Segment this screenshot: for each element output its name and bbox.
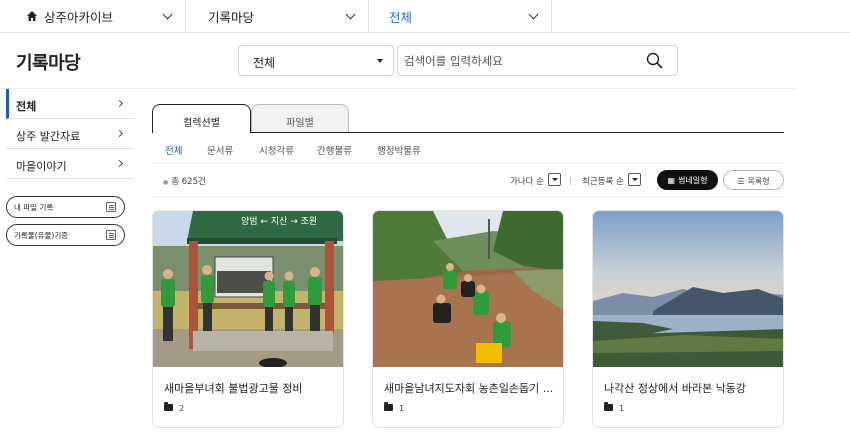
sidebar: 전체 상주 발간자료 마을이야기 (6, 89, 134, 179)
breadcrumb-home-label: 상주아카이브 (44, 10, 114, 25)
folder-icon (604, 402, 613, 411)
result-count-text: 총 625건 (171, 177, 206, 187)
folder-icon (164, 402, 173, 411)
card-thumbnail[interactable]: 양범 ← 지산 → 조원 (153, 211, 344, 367)
subtab-admin-artifacts[interactable]: 행정박물류 (377, 143, 421, 157)
card-file-count-value: 1 (619, 404, 625, 413)
bus-stop-sign-text: 양범 ← 지산 → 조원 (241, 216, 317, 227)
list-view-button[interactable]: ☰ 목록형 (723, 170, 784, 190)
sort-recent-select[interactable] (628, 173, 641, 186)
subtab-all[interactable]: 전체 (165, 143, 182, 157)
my-file-records-button[interactable]: 내 파일 기록 (6, 196, 125, 218)
sidebar-item-village-stories[interactable]: 마을이야기 (6, 149, 134, 179)
breadcrumb-home[interactable]: 상주아카이브 (0, 0, 186, 33)
card-title[interactable]: 새마을부녀회 불법광고물 정비 (164, 380, 336, 396)
result-count: ● 총 625건 (163, 175, 206, 187)
collection-card[interactable]: 나각산 정상에서 바라본 낙동강 1 (592, 210, 784, 428)
sidebar-item-label: 전체 (16, 100, 37, 113)
subtab-audiovisual[interactable]: 시청각류 (259, 143, 294, 157)
bullet-icon: ● (163, 179, 169, 186)
chevron-right-icon (115, 129, 124, 138)
sidebar-item-label: 마을이야기 (16, 160, 67, 173)
sort-alphabetical-label: 가나다 순 (510, 177, 544, 187)
collection-card[interactable]: 새마을남녀지도자회 농촌일손돕기 ... 1 (372, 210, 564, 428)
card-file-count-value: 1 (399, 404, 405, 413)
folder-icon (384, 402, 393, 411)
subtab-documents[interactable]: 문서류 (207, 143, 233, 157)
card-file-count: 1 (604, 402, 625, 413)
toolbar-separator (570, 177, 571, 185)
card-file-count: 1 (384, 402, 405, 413)
search-icon[interactable] (646, 52, 663, 69)
breadcrumb-level3-label: 전체 (389, 10, 413, 25)
page-title: 기록마당 (16, 53, 81, 74)
breadcrumb-level3[interactable]: 전체 (369, 0, 552, 33)
subtab-publications[interactable]: 간행물류 (317, 143, 352, 157)
caret-down-icon (377, 59, 383, 63)
top-breadcrumb-nav: 상주아카이브 기록마당 전체 (0, 0, 850, 33)
search-scope-select[interactable]: 전체 (238, 45, 394, 76)
search-scope-value: 전체 (253, 56, 276, 70)
sort-recent-label: 최근등록 순 (582, 177, 624, 187)
donation-label: 기록물(유물)기증 (14, 231, 69, 240)
thumbnail-view-label: 썸네일형 (678, 176, 708, 185)
donation-button[interactable]: 기록물(유물)기증 (6, 224, 125, 246)
grid-icon: ▦ (667, 176, 676, 185)
card-thumbnail[interactable] (373, 211, 564, 367)
sidebar-item-label: 상주 발간자료 (16, 130, 81, 143)
card-thumbnail[interactable] (593, 211, 784, 367)
search-box (397, 45, 678, 76)
breadcrumb-level2[interactable]: 기록마당 (186, 0, 369, 33)
card-title[interactable]: 새마을남녀지도자회 농촌일손돕기 ... (384, 380, 556, 396)
sidebar-item-all[interactable]: 전체 (6, 89, 134, 119)
chevron-down-icon (162, 9, 173, 20)
chevron-down-icon (528, 9, 539, 20)
document-icon (106, 202, 116, 212)
card-file-count: 2 (164, 402, 185, 413)
home-icon (27, 11, 37, 21)
card-file-count-value: 2 (179, 404, 185, 413)
collection-card[interactable]: 양범 ← 지산 → 조원 새마을부녀회 불법광고물 정비 2 (152, 210, 344, 428)
list-view-label: 목록형 (747, 177, 770, 186)
sidebar-item-publications[interactable]: 상주 발간자료 (6, 119, 134, 149)
tab-collection[interactable]: 컬렉션별 (152, 104, 251, 133)
thumbnail-view-button[interactable]: ▦ 썸네일형 (657, 170, 718, 190)
breadcrumb-level2-label: 기록마당 (208, 10, 255, 25)
my-file-records-label: 내 파일 기록 (14, 203, 54, 212)
card-title[interactable]: 나각산 정상에서 바라본 낙동강 (604, 380, 776, 396)
tab-file[interactable]: 파일별 (251, 104, 349, 133)
sort-alphabetical-select[interactable] (548, 173, 561, 186)
chevron-right-icon (115, 99, 124, 108)
search-input[interactable] (404, 47, 634, 74)
chevron-down-icon (345, 9, 356, 20)
subtab-divider (152, 163, 784, 164)
list-icon: ☰ (737, 177, 745, 186)
chevron-right-icon (115, 159, 124, 168)
document-icon (106, 230, 116, 240)
toolbar-divider (152, 196, 784, 197)
